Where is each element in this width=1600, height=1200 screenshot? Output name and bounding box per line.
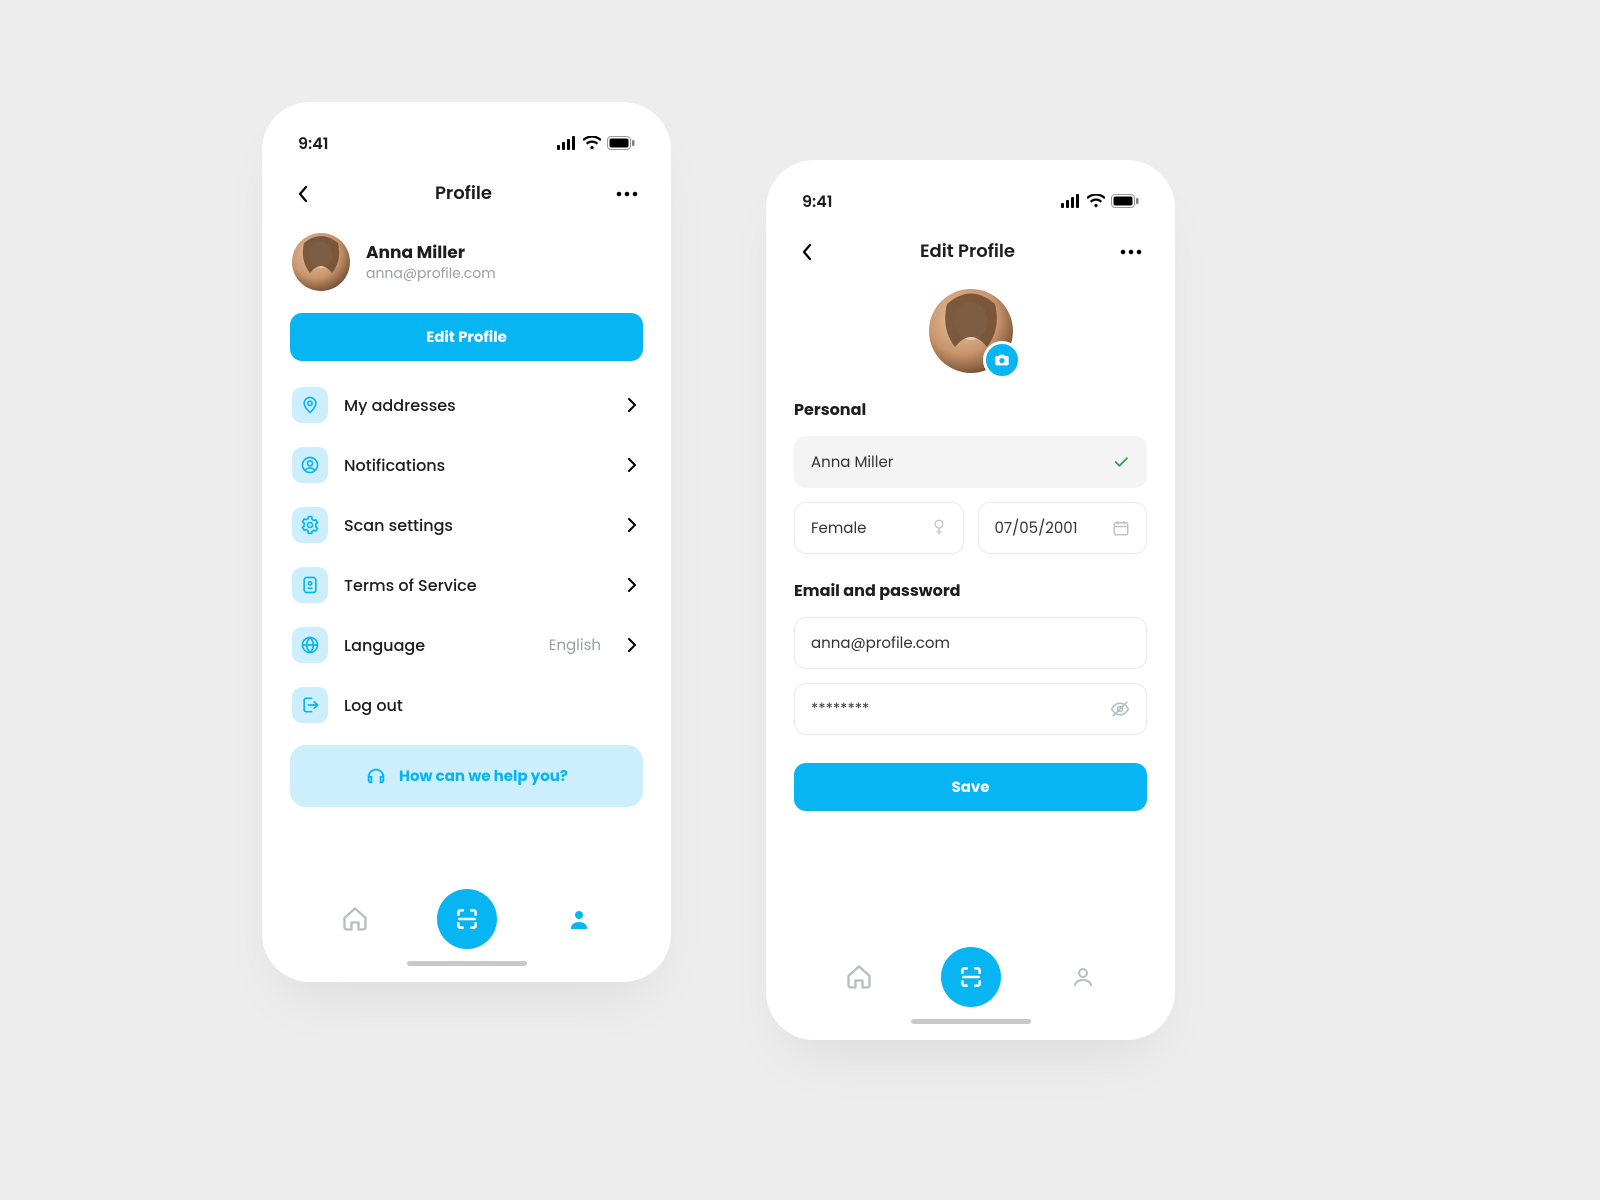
nav-home[interactable] bbox=[836, 954, 882, 1000]
chevron-right-icon bbox=[623, 576, 641, 594]
calendar-icon bbox=[1112, 519, 1130, 537]
globe-icon bbox=[292, 627, 328, 663]
location-icon bbox=[292, 387, 328, 423]
more-button[interactable] bbox=[613, 183, 641, 205]
home-indicator bbox=[911, 1019, 1031, 1024]
app-bar: Edit Profile bbox=[794, 238, 1147, 265]
nav-home[interactable] bbox=[332, 896, 378, 942]
avatar bbox=[292, 233, 350, 291]
password-field[interactable]: ******** bbox=[794, 683, 1147, 735]
battery-icon bbox=[607, 136, 635, 150]
back-button[interactable] bbox=[796, 241, 818, 263]
logout-icon bbox=[292, 687, 328, 723]
more-button[interactable] bbox=[1117, 241, 1145, 263]
chevron-right-icon bbox=[623, 456, 641, 474]
section-personal: Personal bbox=[794, 397, 1147, 422]
cellular-icon bbox=[1061, 194, 1081, 208]
gender-field[interactable]: Female bbox=[794, 502, 964, 554]
support-icon bbox=[365, 765, 387, 787]
menu-item-addresses[interactable]: My addresses bbox=[290, 379, 643, 431]
change-photo-button[interactable] bbox=[983, 341, 1021, 379]
bottom-nav bbox=[290, 879, 643, 949]
document-icon bbox=[292, 567, 328, 603]
email-value: anna@profile.com bbox=[811, 632, 1130, 655]
back-button[interactable] bbox=[292, 183, 314, 205]
battery-icon bbox=[1111, 194, 1139, 208]
section-credentials: Email and password bbox=[794, 578, 1147, 603]
name-field[interactable]: Anna Miller bbox=[794, 436, 1147, 488]
gender-value: Female bbox=[811, 517, 931, 540]
profile-screen: 9:41 Profile Anna Miller anna@profi bbox=[262, 102, 671, 982]
user-circle-icon bbox=[292, 447, 328, 483]
password-value: ******** bbox=[811, 698, 1110, 721]
menu-item-logout[interactable]: Log out bbox=[290, 679, 643, 731]
status-bar: 9:41 bbox=[290, 126, 643, 158]
bottom-nav bbox=[794, 937, 1147, 1007]
menu-item-label: Notifications bbox=[344, 453, 607, 478]
edit-profile-button[interactable]: Edit Profile bbox=[290, 313, 643, 361]
menu-item-terms[interactable]: Terms of Service bbox=[290, 559, 643, 611]
user-name: Anna Miller bbox=[366, 242, 496, 262]
chevron-right-icon bbox=[623, 516, 641, 534]
help-banner-label: How can we help you? bbox=[399, 765, 568, 788]
page-title: Profile bbox=[314, 180, 613, 207]
edit-profile-screen: 9:41 Edit Profile bbox=[766, 160, 1175, 1040]
menu-item-label: Terms of Service bbox=[344, 573, 607, 598]
status-bar: 9:41 bbox=[794, 184, 1147, 216]
name-value: Anna Miller bbox=[811, 451, 1112, 474]
nav-scan[interactable] bbox=[437, 889, 497, 949]
settings-menu: My addresses Notifications Scan settings… bbox=[290, 379, 643, 731]
dob-value: 07/05/2001 bbox=[995, 517, 1113, 540]
menu-item-label: Scan settings bbox=[344, 513, 607, 538]
help-banner[interactable]: How can we help you? bbox=[290, 745, 643, 807]
status-time: 9:41 bbox=[298, 131, 329, 156]
app-bar: Profile bbox=[290, 180, 643, 207]
profile-header: Anna Miller anna@profile.com bbox=[290, 233, 643, 291]
avatar-editor bbox=[794, 289, 1147, 373]
wifi-icon bbox=[583, 136, 601, 150]
status-icons bbox=[1061, 194, 1139, 208]
nav-scan[interactable] bbox=[941, 947, 1001, 1007]
language-value: English bbox=[549, 634, 601, 657]
eye-off-icon[interactable] bbox=[1110, 699, 1130, 719]
status-icons bbox=[557, 136, 635, 150]
page-title: Edit Profile bbox=[818, 238, 1117, 265]
female-icon bbox=[931, 519, 947, 537]
menu-item-label: Log out bbox=[344, 693, 641, 718]
wifi-icon bbox=[1087, 194, 1105, 208]
email-field[interactable]: anna@profile.com bbox=[794, 617, 1147, 669]
gear-icon bbox=[292, 507, 328, 543]
dob-field[interactable]: 07/05/2001 bbox=[978, 502, 1148, 554]
user-email: anna@profile.com bbox=[366, 265, 496, 282]
camera-icon bbox=[994, 352, 1010, 368]
nav-profile[interactable] bbox=[1060, 954, 1106, 1000]
home-indicator bbox=[407, 961, 527, 966]
menu-item-scan-settings[interactable]: Scan settings bbox=[290, 499, 643, 551]
menu-item-notifications[interactable]: Notifications bbox=[290, 439, 643, 491]
save-button[interactable]: Save bbox=[794, 763, 1147, 811]
cellular-icon bbox=[557, 136, 577, 150]
chevron-right-icon bbox=[623, 636, 641, 654]
check-icon bbox=[1112, 453, 1130, 471]
chevron-right-icon bbox=[623, 396, 641, 414]
menu-item-label: Language bbox=[344, 633, 533, 658]
menu-item-language[interactable]: Language English bbox=[290, 619, 643, 671]
menu-item-label: My addresses bbox=[344, 393, 607, 418]
nav-profile[interactable] bbox=[556, 896, 602, 942]
status-time: 9:41 bbox=[802, 189, 833, 214]
